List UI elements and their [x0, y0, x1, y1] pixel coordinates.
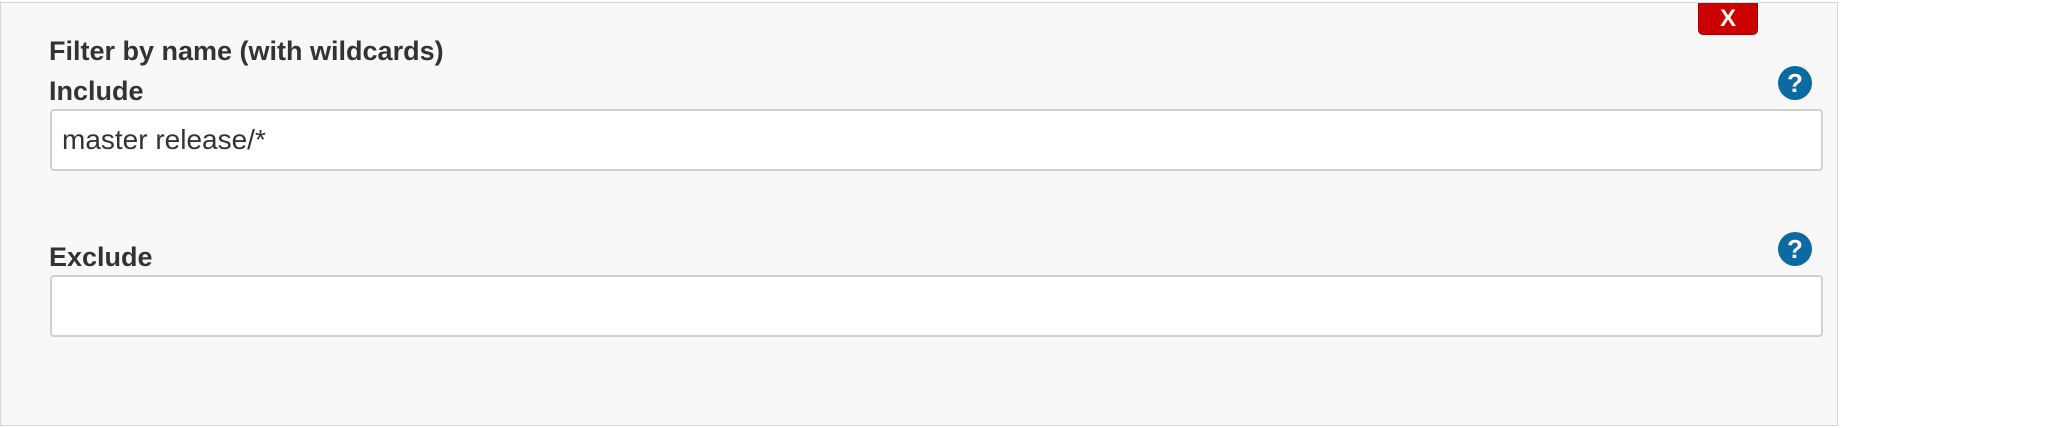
- include-label: Include: [49, 76, 144, 106]
- filter-by-name-panel: X Filter by name (with wildcards) Includ…: [0, 2, 1838, 426]
- section-title: Filter by name (with wildcards): [49, 36, 444, 66]
- delete-filter-button[interactable]: X: [1698, 3, 1758, 35]
- exclude-label: Exclude: [49, 242, 153, 272]
- exclude-help-glyph: ?: [1787, 234, 1803, 264]
- include-help-icon[interactable]: ?: [1778, 66, 1812, 100]
- include-help-glyph: ?: [1787, 68, 1803, 98]
- exclude-input[interactable]: [50, 275, 1823, 337]
- include-input[interactable]: [50, 109, 1823, 171]
- exclude-help-icon[interactable]: ?: [1778, 232, 1812, 266]
